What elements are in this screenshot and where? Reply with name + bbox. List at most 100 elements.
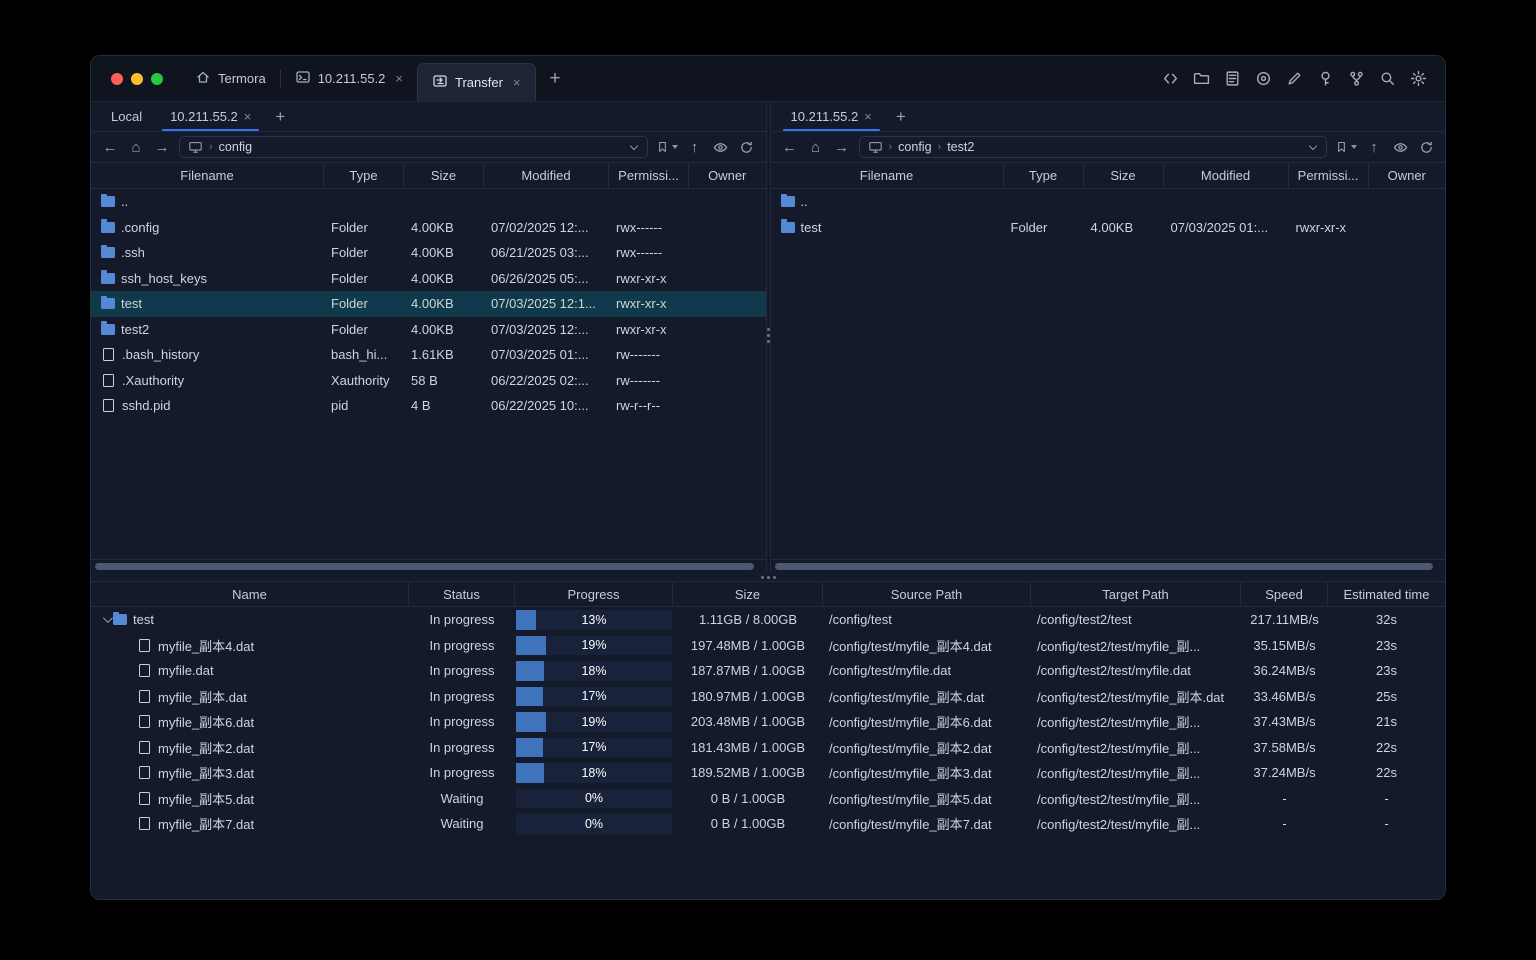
column-header-owner[interactable]: Owner (689, 163, 766, 188)
new-pane-tab-button[interactable]: + (265, 102, 295, 131)
breadcrumb[interactable]: config (898, 140, 931, 154)
expand-chevron-icon[interactable] (123, 791, 137, 805)
file-name: .bash_history (122, 347, 200, 363)
tab-remote-host[interactable]: 10.211.55.2 × (156, 102, 265, 131)
file-row[interactable]: test Folder 4.00KB 07/03/2025 12:1... rw… (91, 291, 766, 317)
macro-icon[interactable] (1221, 68, 1243, 90)
column-header-owner[interactable]: Owner (1369, 163, 1446, 188)
close-window-button[interactable] (111, 72, 123, 85)
file-row[interactable]: .ssh Folder 4.00KB 06/21/2025 03:... rwx… (91, 240, 766, 266)
column-header-modified[interactable]: Modified (484, 163, 609, 188)
bookmark-button[interactable] (656, 140, 678, 154)
file-name: .. (121, 194, 129, 210)
file-row[interactable]: .config Folder 4.00KB 07/02/2025 12:... … (91, 215, 766, 241)
file-row[interactable]: .bash_history bash_hi... 1.61KB 07/03/20… (91, 342, 766, 368)
column-header-permissions[interactable]: Permissi... (1289, 163, 1369, 188)
file-row[interactable]: .Xauthority Xauthority 58 B 06/22/2025 0… (91, 368, 766, 394)
home-button[interactable]: ⌂ (807, 139, 825, 156)
transfer-row[interactable]: myfile_副本6.dat In progress 19% 203.48MB … (91, 709, 1445, 735)
column-header-speed[interactable]: Speed (1241, 582, 1328, 606)
transfer-row[interactable]: myfile.dat In progress 18% 187.87MB / 1.… (91, 658, 1445, 684)
close-tab-icon[interactable]: × (513, 75, 521, 90)
file-row[interactable]: sshd.pid pid 4 B 06/22/2025 10:... rw-r-… (91, 393, 766, 419)
column-header-filename[interactable]: Filename (771, 163, 1004, 188)
new-tab-button[interactable]: + (536, 69, 575, 88)
path-dropdown-chevron-icon[interactable] (1308, 142, 1318, 152)
home-button[interactable]: ⌂ (127, 139, 145, 156)
transfer-row[interactable]: myfile_副本7.dat Waiting 0% 0 B / 1.00GB /… (91, 811, 1445, 837)
expand-chevron-icon[interactable] (99, 613, 113, 627)
tab-host[interactable]: 10.211.55.2 × (281, 56, 417, 101)
up-directory-button[interactable]: ↑ (1365, 139, 1383, 156)
transfer-splitter[interactable] (91, 573, 1445, 581)
close-tab-icon[interactable]: × (244, 109, 252, 124)
edit-icon[interactable] (1283, 68, 1305, 90)
file-row[interactable]: test Folder 4.00KB 07/03/2025 01:... rwx… (771, 215, 1446, 241)
bookmark-button[interactable] (1335, 140, 1357, 154)
close-tab-icon[interactable]: × (395, 71, 403, 86)
expand-chevron-icon[interactable] (123, 638, 137, 652)
tab-transfer[interactable]: Transfer × (417, 63, 536, 101)
up-directory-button[interactable]: ↑ (686, 139, 704, 156)
column-header-target-path[interactable]: Target Path (1031, 582, 1241, 606)
forward-button[interactable]: → (153, 139, 171, 156)
expand-chevron-icon[interactable] (123, 689, 137, 703)
new-pane-tab-button[interactable]: + (886, 102, 916, 131)
refresh-button[interactable] (738, 140, 756, 155)
column-header-modified[interactable]: Modified (1164, 163, 1289, 188)
transfer-row[interactable]: myfile_副本3.dat In progress 18% 189.52MB … (91, 760, 1445, 786)
file-row[interactable]: test2 Folder 4.00KB 07/03/2025 12:... rw… (91, 317, 766, 343)
tab-remote-host[interactable]: 10.211.55.2 × (777, 102, 886, 131)
column-header-progress[interactable]: Progress (515, 582, 673, 606)
transfer-row[interactable]: myfile_副本5.dat Waiting 0% 0 B / 1.00GB /… (91, 786, 1445, 812)
expand-chevron-icon[interactable] (123, 817, 137, 831)
expand-chevron-icon[interactable] (123, 766, 137, 780)
column-header-name[interactable]: Name (91, 582, 409, 606)
minimize-window-button[interactable] (131, 72, 143, 85)
breadcrumb[interactable]: test2 (947, 140, 974, 154)
file-row[interactable]: ssh_host_keys Folder 4.00KB 06/26/2025 0… (91, 266, 766, 292)
column-header-size[interactable]: Size (1084, 163, 1164, 188)
column-header-size[interactable]: Size (404, 163, 484, 188)
refresh-button[interactable] (1417, 140, 1435, 155)
folder-icon[interactable] (1190, 68, 1212, 90)
show-hidden-button[interactable] (1391, 140, 1409, 155)
show-hidden-button[interactable] (712, 140, 730, 155)
transfer-row[interactable]: myfile_副本2.dat In progress 17% 181.43MB … (91, 735, 1445, 761)
path-bar[interactable]: › config (179, 136, 648, 158)
back-button[interactable]: ← (101, 139, 119, 156)
column-header-filename[interactable]: Filename (91, 163, 324, 188)
column-header-source-path[interactable]: Source Path (823, 582, 1031, 606)
transfer-row[interactable]: myfile_副本.dat In progress 17% 180.97MB /… (91, 684, 1445, 710)
transfer-row[interactable]: myfile_副本4.dat In progress 19% 197.48MB … (91, 633, 1445, 659)
zoom-window-button[interactable] (151, 72, 163, 85)
record-icon[interactable] (1252, 68, 1274, 90)
branch-icon[interactable] (1345, 68, 1367, 90)
file-row[interactable]: .. (771, 189, 1446, 215)
settings-icon[interactable] (1407, 68, 1429, 90)
column-header-status[interactable]: Status (409, 582, 515, 606)
forward-button[interactable]: → (833, 139, 851, 156)
back-button[interactable]: ← (781, 139, 799, 156)
code-icon[interactable] (1159, 68, 1181, 90)
column-header-permissions[interactable]: Permissi... (609, 163, 689, 188)
expand-chevron-icon[interactable] (123, 664, 137, 678)
breadcrumb[interactable]: config (219, 140, 252, 154)
file-row[interactable]: .. (91, 189, 766, 215)
tab-termora[interactable]: Termora (181, 56, 280, 101)
close-tab-icon[interactable]: × (864, 109, 872, 124)
tab-local[interactable]: Local (97, 102, 156, 131)
key-icon[interactable] (1314, 68, 1336, 90)
transfer-row[interactable]: test In progress 13% 1.11GB / 8.00GB /co… (91, 607, 1445, 633)
path-bar[interactable]: › config › test2 (858, 136, 1327, 158)
horizontal-scrollbar[interactable] (95, 563, 754, 570)
column-header-size[interactable]: Size (673, 582, 823, 606)
expand-chevron-icon[interactable] (123, 715, 137, 729)
horizontal-scrollbar[interactable] (774, 563, 1433, 570)
column-header-estimated-time[interactable]: Estimated time (1328, 582, 1445, 606)
path-dropdown-chevron-icon[interactable] (629, 142, 639, 152)
column-header-type[interactable]: Type (1004, 163, 1084, 188)
expand-chevron-icon[interactable] (123, 740, 137, 754)
search-icon[interactable] (1376, 68, 1398, 90)
column-header-type[interactable]: Type (324, 163, 404, 188)
